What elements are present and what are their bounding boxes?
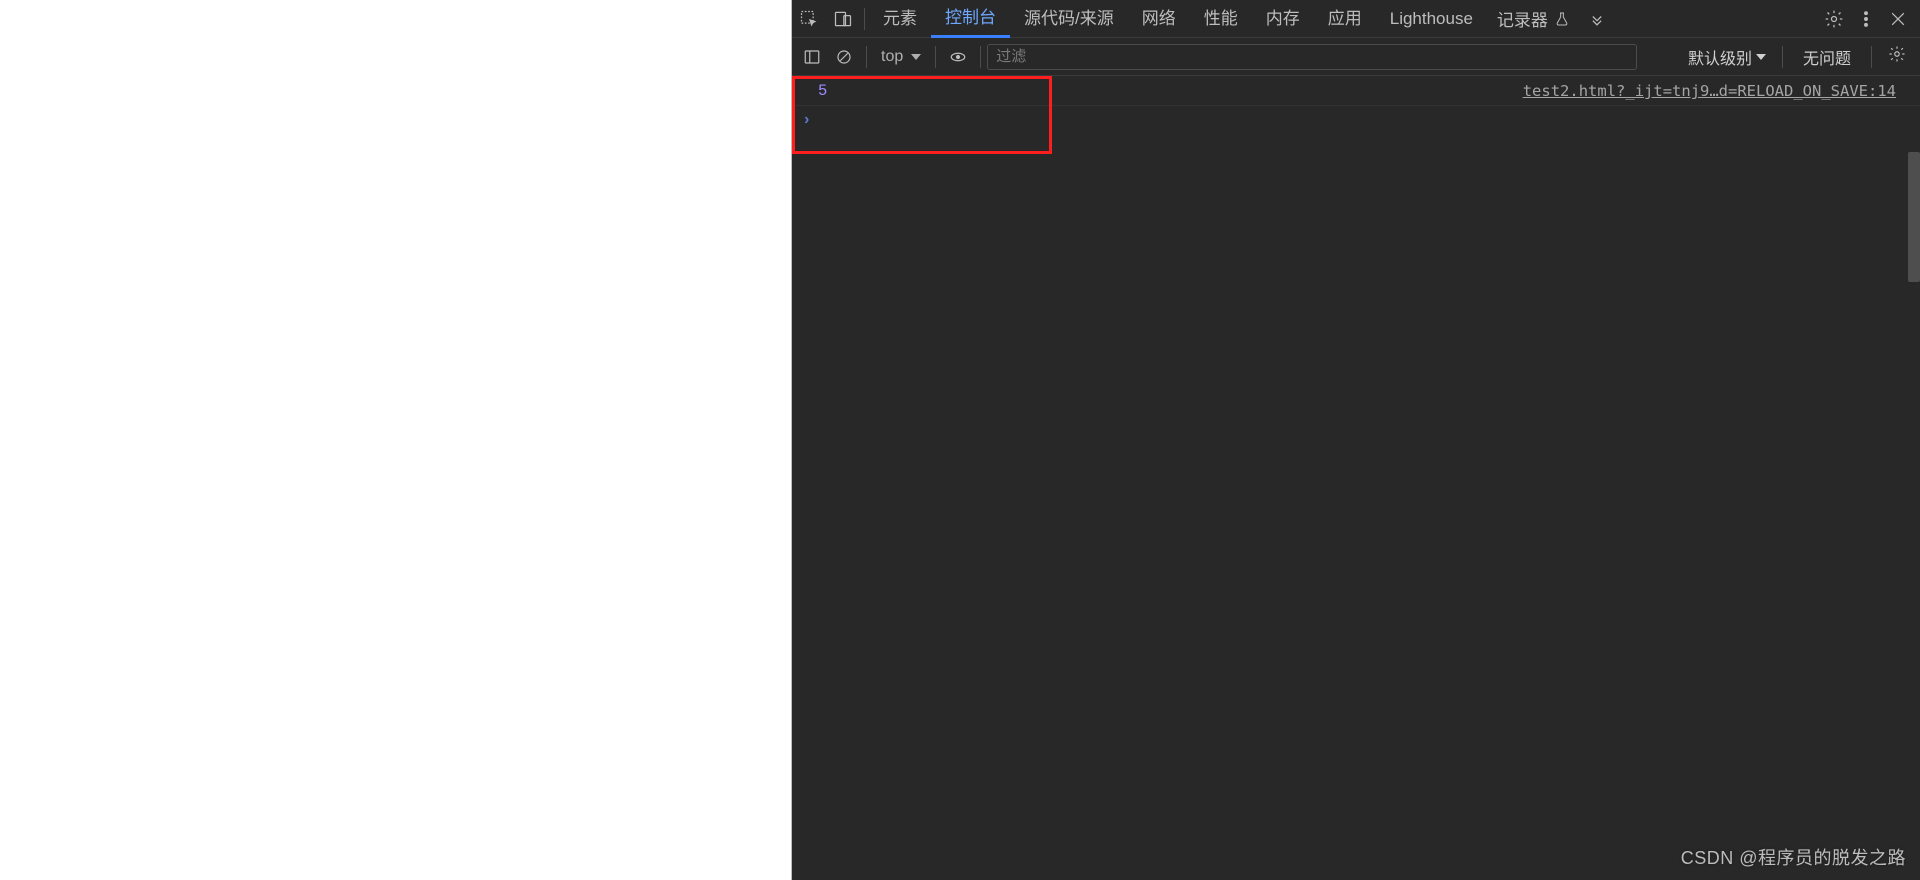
devtools-panel: 元素 控制台 源代码/来源 网络 性能 内存 应用 Lighthouse 记录器 (792, 0, 1920, 880)
console-output: 5 test2.html?_ijt=tnj9…d=RELOAD_ON_SAVE:… (792, 76, 1920, 880)
separator (1782, 46, 1783, 68)
tab-recorder[interactable]: 记录器 (1487, 6, 1580, 31)
issues-button[interactable]: 无问题 (1789, 45, 1865, 69)
console-input[interactable] (817, 111, 1920, 129)
tab-network[interactable]: 网络 (1128, 0, 1190, 38)
live-expression-icon[interactable] (942, 41, 974, 73)
console-filter-input[interactable] (987, 44, 1637, 70)
log-level-select[interactable]: 默认级别 (1678, 45, 1776, 69)
tab-elements[interactable]: 元素 (869, 0, 931, 38)
tab-sources[interactable]: 源代码/来源 (1010, 0, 1128, 38)
tab-recorder-label: 记录器 (1497, 6, 1548, 31)
device-toggle-icon[interactable] (826, 0, 860, 38)
chevron-down-icon (911, 54, 921, 60)
console-source-link[interactable]: test2.html?_ijt=tnj9…d=RELOAD_ON_SAVE:14 (1523, 76, 1910, 106)
watermark-text: CSDN @程序员的脱发之路 (1681, 844, 1906, 870)
console-prompt-row[interactable]: › (792, 106, 1920, 134)
separator (935, 46, 936, 68)
tab-memory[interactable]: 内存 (1252, 0, 1314, 38)
toggle-sidebar-icon[interactable] (796, 41, 828, 73)
page-content-pane (0, 0, 792, 880)
chevron-down-icon (1756, 54, 1766, 60)
log-level-label: 默认级别 (1688, 45, 1752, 69)
devtools-tabstrip: 元素 控制台 源代码/来源 网络 性能 内存 应用 Lighthouse 记录器 (792, 0, 1920, 38)
settings-gear-icon[interactable] (1818, 0, 1850, 38)
execution-context-select[interactable]: top (873, 48, 929, 66)
clear-console-icon[interactable] (828, 41, 860, 73)
tab-console[interactable]: 控制台 (931, 0, 1010, 38)
close-devtools-icon[interactable] (1882, 0, 1914, 38)
more-tabs-icon[interactable] (1580, 0, 1614, 38)
tab-application[interactable]: 应用 (1314, 0, 1376, 38)
separator (864, 8, 865, 30)
separator (1871, 46, 1872, 68)
console-log-row[interactable]: 5 test2.html?_ijt=tnj9…d=RELOAD_ON_SAVE:… (792, 76, 1920, 106)
separator (866, 46, 867, 68)
vertical-scrollbar[interactable] (1908, 152, 1920, 282)
console-log-value: 5 (818, 76, 827, 106)
separator (980, 46, 981, 68)
console-settings-icon[interactable] (1878, 45, 1916, 68)
tab-lighthouse[interactable]: Lighthouse (1376, 0, 1487, 38)
console-toolbar: top 默认级别 无问题 (792, 38, 1920, 76)
inspect-element-icon[interactable] (792, 0, 826, 38)
tab-performance[interactable]: 性能 (1190, 0, 1252, 38)
console-prompt-caret: › (802, 111, 811, 129)
context-label: top (881, 48, 903, 66)
flask-icon (1554, 11, 1570, 27)
kebab-menu-icon[interactable] (1850, 0, 1882, 38)
